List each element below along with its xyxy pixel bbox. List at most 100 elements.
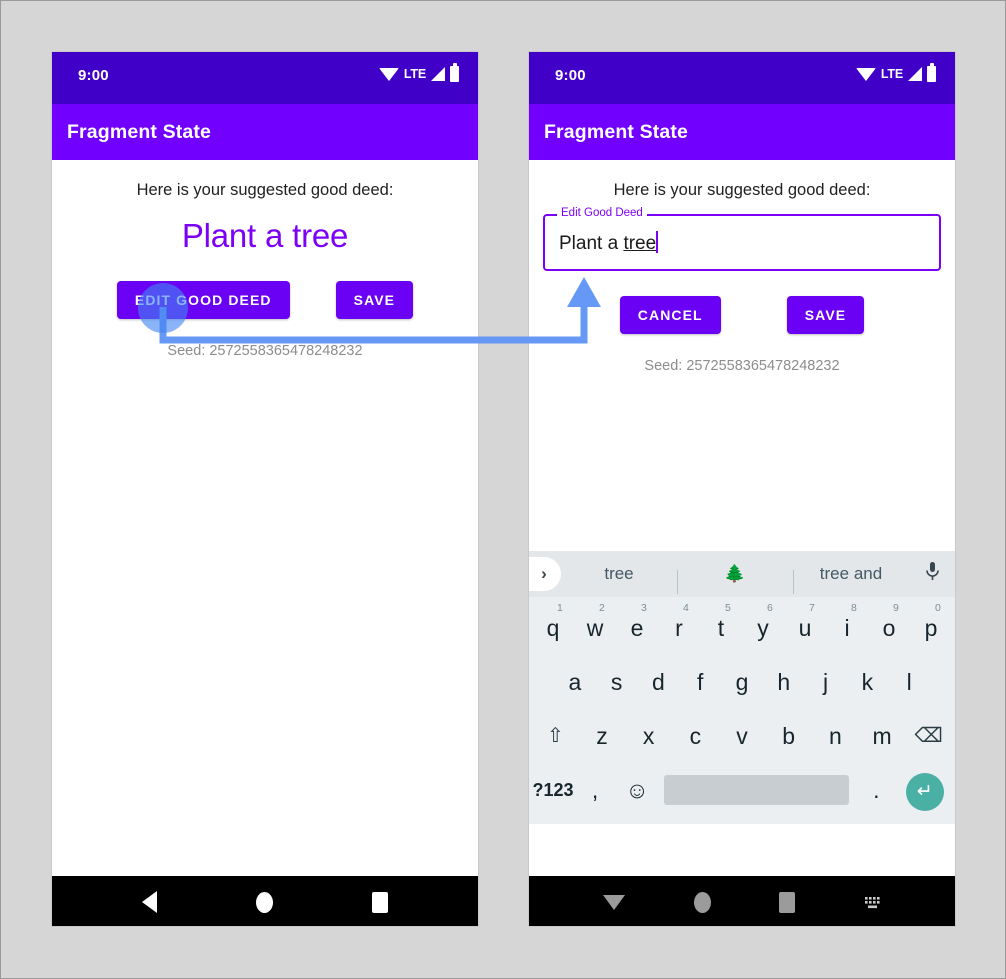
key-y-num: 6 (767, 602, 773, 614)
textfield-value-prefix: Plant a (559, 233, 624, 254)
key-n[interactable]: n (812, 709, 859, 763)
textfield-value-composing: tree (623, 233, 657, 254)
key-q-num: 1 (557, 602, 563, 614)
key-b[interactable]: b (765, 709, 812, 763)
status-bar-right: 9:00 LTE (529, 52, 955, 104)
key-i-num: 8 (851, 602, 857, 614)
status-icons: LTE (378, 63, 459, 82)
chevron-right-icon[interactable]: › (529, 557, 561, 591)
key-h[interactable]: h (763, 655, 805, 709)
key-y[interactable]: y6 (742, 601, 784, 655)
keyboard-glyph (864, 896, 880, 908)
key-m[interactable]: m (859, 709, 906, 763)
down-icon[interactable] (603, 894, 626, 910)
key-e[interactable]: e3 (616, 601, 658, 655)
key-r-num: 4 (683, 602, 689, 614)
home-icon[interactable] (255, 891, 273, 913)
click-indicator (138, 283, 188, 333)
key-w-label: w (586, 615, 604, 641)
enter-key[interactable]: ↵ (897, 763, 952, 817)
keyboard-icon[interactable] (864, 896, 881, 909)
status-time: 9:00 (78, 67, 109, 84)
phone-right: 9:00 LTE Fragment State Here is your sug… (528, 51, 956, 927)
key-t[interactable]: t5 (700, 601, 742, 655)
suggestion-bar: › tree 🌲 tree and (529, 551, 955, 597)
app-bar-title: Fragment State (67, 120, 212, 143)
key-v[interactable]: v (719, 709, 766, 763)
key-o-label: o (882, 615, 896, 641)
status-time: 9:00 (555, 67, 586, 84)
screenshot-root: 9:00 LTE Fragment State Here is your sug… (0, 0, 1006, 979)
key-period[interactable]: . (855, 763, 897, 817)
wifi-icon (855, 67, 876, 81)
key-a[interactable]: a (554, 655, 596, 709)
key-i-label: i (844, 615, 850, 641)
prompt-text: Here is your suggested good deed: (613, 181, 871, 199)
key-p-num: 0 (935, 602, 941, 614)
screen-body-right: Here is your suggested good deed: Edit G… (529, 160, 955, 876)
shift-icon[interactable]: ⇧ (532, 709, 579, 763)
signal-icon (431, 67, 445, 81)
key-w[interactable]: w2 (574, 601, 616, 655)
recents-icon[interactable] (779, 891, 796, 913)
key-s[interactable]: s (596, 655, 638, 709)
status-bar-left: 9:00 LTE (52, 52, 478, 104)
recents-icon[interactable] (372, 891, 389, 913)
home-icon[interactable] (693, 891, 711, 913)
key-r-label: r (675, 615, 683, 641)
edit-good-deed-field-wrap: Edit Good Deed Plant a tree (529, 200, 955, 271)
suggestion-1[interactable]: tree (561, 564, 677, 584)
key-p[interactable]: p0 (910, 601, 952, 655)
key-o-num: 9 (893, 602, 899, 614)
soft-keyboard: › tree 🌲 tree and q1 w 2 e 3 r 4 t 5 y 6… (529, 551, 955, 824)
key-z[interactable]: z (579, 709, 626, 763)
suggestion-2-emoji[interactable]: 🌲 (677, 564, 793, 594)
key-p-label: p (924, 615, 938, 641)
lte-label: LTE (880, 67, 903, 81)
key-q[interactable]: q1 (532, 601, 574, 655)
key-r[interactable]: r4 (658, 601, 700, 655)
key-d[interactable]: d (638, 655, 680, 709)
key-w-num: 2 (599, 602, 605, 614)
phone-left: 9:00 LTE Fragment State Here is your sug… (51, 51, 479, 927)
good-deed-headline: Plant a tree (181, 217, 349, 254)
key-t-label: t (717, 615, 725, 641)
text-caret (656, 231, 659, 253)
key-u[interactable]: u7 (784, 601, 826, 655)
microphone-icon[interactable] (909, 561, 955, 588)
key-f[interactable]: f (679, 655, 721, 709)
key-u-label: u (798, 615, 812, 641)
key-k[interactable]: k (846, 655, 888, 709)
screen-body-left: Here is your suggested good deed: Plant … (52, 160, 478, 876)
seed-text: Seed: 2572558365478248232 (167, 343, 363, 359)
edit-good-deed-textfield[interactable]: Edit Good Deed Plant a tree (543, 207, 941, 271)
lte-label: LTE (403, 67, 426, 81)
app-bar-right: Fragment State (529, 104, 955, 160)
key-o[interactable]: o9 (868, 601, 910, 655)
key-comma[interactable]: , (574, 763, 616, 817)
keyboard-row-2: a s d f g h j k l (532, 655, 952, 709)
key-j[interactable]: j (805, 655, 847, 709)
seed-text: Seed: 2572558365478248232 (644, 358, 840, 374)
save-button[interactable]: SAVE (786, 296, 865, 334)
symbols-key[interactable]: ?123 (532, 763, 574, 817)
space-key[interactable] (664, 775, 850, 805)
key-g[interactable]: g (721, 655, 763, 709)
battery-icon (927, 63, 936, 82)
wifi-icon (378, 67, 399, 81)
signal-icon (908, 67, 922, 81)
key-l[interactable]: l (888, 655, 930, 709)
save-button[interactable]: SAVE (335, 281, 414, 319)
key-y-label: y (757, 615, 769, 641)
emoji-icon[interactable]: ☺ (616, 763, 658, 817)
keyboard-row-1: q1 w2 e3 r4 t5 y6 u7 i8 o9 p0 (532, 601, 952, 655)
key-c[interactable]: c (672, 709, 719, 763)
suggestion-3[interactable]: tree and (793, 564, 909, 594)
key-i[interactable]: i8 (826, 601, 868, 655)
backspace-icon[interactable]: ⌫ (905, 709, 952, 763)
prompt-text: Here is your suggested good deed: (136, 181, 394, 199)
keyboard-row-3: ⇧ z x c v b n m ⌫ (532, 709, 952, 763)
key-x[interactable]: x (625, 709, 672, 763)
back-icon[interactable] (141, 891, 157, 913)
cancel-button[interactable]: CANCEL (619, 296, 721, 334)
